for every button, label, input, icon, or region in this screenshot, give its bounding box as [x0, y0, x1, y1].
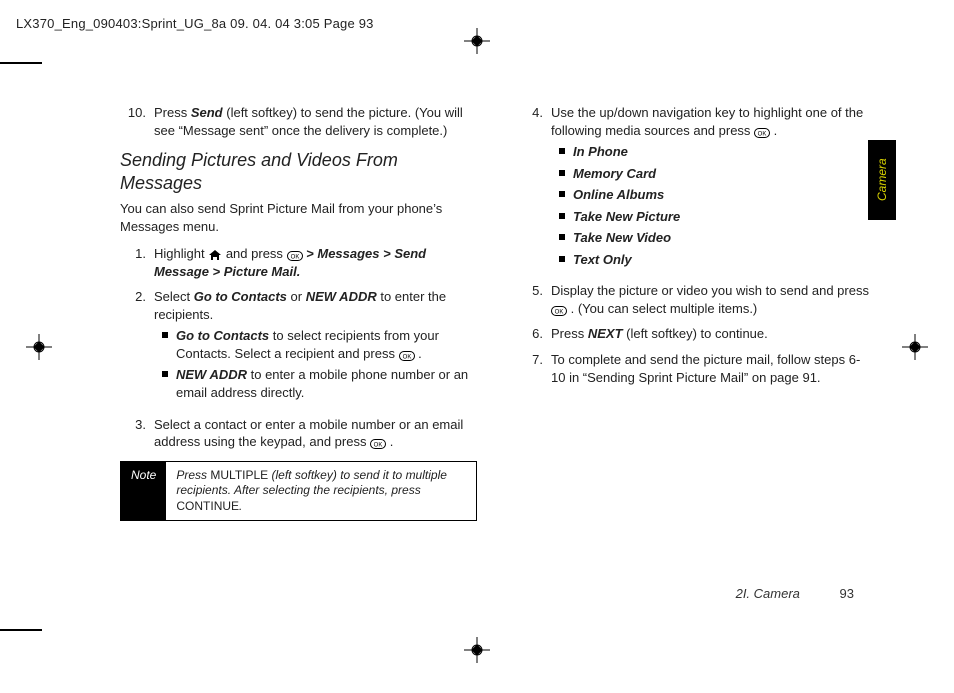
ok-key-icon: OK [754, 128, 770, 138]
sub-bullet-list: Go to Contacts to select recipients from… [154, 327, 477, 401]
list-item: Go to Contacts to select recipients from… [154, 327, 477, 362]
step-text: Highlight and press OK > Messages > Send… [154, 245, 477, 280]
square-bullet-icon [559, 148, 565, 154]
page-footer: 2I. Camera 93 [736, 586, 854, 601]
registration-mark-icon [902, 334, 928, 360]
page-content: 10. Press Send (left softkey) to send th… [120, 100, 874, 613]
square-bullet-icon [162, 332, 168, 338]
step-number: 1. [120, 245, 154, 280]
right-column: 4. Use the up/down navigation key to hig… [517, 100, 874, 613]
note-body: Press MULTIPLE (left softkey) to send it… [166, 462, 476, 521]
section-label: 2I. Camera [736, 586, 800, 601]
square-bullet-icon [559, 170, 565, 176]
step-number: 10. [120, 104, 154, 139]
svg-text:OK: OK [555, 309, 564, 315]
registration-mark-icon [464, 28, 490, 54]
step-2: 2. Select Go to Contacts or NEW ADDR to … [120, 288, 477, 407]
list-item: Memory Card [551, 165, 874, 183]
step-text: Press Send (left softkey) to send the pi… [154, 104, 477, 139]
note-box: Note Press MULTIPLE (left softkey) to se… [120, 461, 477, 522]
step-text: Select a contact or enter a mobile numbe… [154, 416, 477, 451]
registration-mark-icon [464, 637, 490, 663]
step-text: Select Go to Contacts or NEW ADDR to ent… [154, 288, 477, 407]
intro-paragraph: You can also send Sprint Picture Mail fr… [120, 200, 477, 235]
step-number: 7. [517, 351, 551, 386]
registration-mark-icon [26, 334, 52, 360]
step-3: 3. Select a contact or enter a mobile nu… [120, 416, 477, 451]
ok-key-icon: OK [370, 439, 386, 449]
list-item: In Phone [551, 143, 874, 161]
crop-mark [0, 62, 42, 64]
media-source-list: In Phone Memory Card Online Albums Take … [551, 143, 874, 268]
svg-text:OK: OK [374, 443, 383, 449]
step-6: 6. Press NEXT (left softkey) to continue… [517, 325, 874, 343]
page-number: 93 [840, 586, 854, 601]
home-icon [208, 249, 222, 261]
step-number: 2. [120, 288, 154, 407]
list-item: Take New Picture [551, 208, 874, 226]
list-item: Online Albums [551, 186, 874, 204]
svg-text:OK: OK [402, 354, 411, 360]
ok-key-icon: OK [399, 351, 415, 361]
list-item: Take New Video [551, 229, 874, 247]
print-header: LX370_Eng_090403:Sprint_UG_8a 09. 04. 04… [16, 16, 374, 31]
step-10: 10. Press Send (left softkey) to send th… [120, 104, 477, 139]
step-text: Use the up/down navigation key to highli… [551, 104, 874, 274]
list-item: NEW ADDR to enter a mobile phone number … [154, 366, 477, 401]
send-label: Send [191, 105, 223, 120]
step-4: 4. Use the up/down navigation key to hig… [517, 104, 874, 274]
svg-text:OK: OK [290, 255, 299, 261]
step-text: To complete and send the picture mail, f… [551, 351, 874, 386]
step-7: 7. To complete and send the picture mail… [517, 351, 874, 386]
note-label: Note [121, 462, 166, 521]
square-bullet-icon [162, 371, 168, 377]
step-1: 1. Highlight and press OK > Messages > S… [120, 245, 477, 280]
step-number: 4. [517, 104, 551, 274]
svg-text:OK: OK [758, 131, 767, 137]
step-number: 3. [120, 416, 154, 451]
ok-key-icon: OK [551, 306, 567, 316]
step-number: 5. [517, 282, 551, 317]
step-text: Press NEXT (left softkey) to continue. [551, 325, 874, 343]
subsection-heading: Sending Pictures and Videos From Message… [120, 149, 477, 194]
left-column: 10. Press Send (left softkey) to send th… [120, 100, 477, 613]
step-5: 5. Display the picture or video you wish… [517, 282, 874, 317]
step-number: 6. [517, 325, 551, 343]
square-bullet-icon [559, 191, 565, 197]
step-text: Display the picture or video you wish to… [551, 282, 874, 317]
square-bullet-icon [559, 256, 565, 262]
square-bullet-icon [559, 234, 565, 240]
square-bullet-icon [559, 213, 565, 219]
list-item: Text Only [551, 251, 874, 269]
ok-key-icon: OK [287, 251, 303, 261]
crop-mark [0, 629, 42, 631]
